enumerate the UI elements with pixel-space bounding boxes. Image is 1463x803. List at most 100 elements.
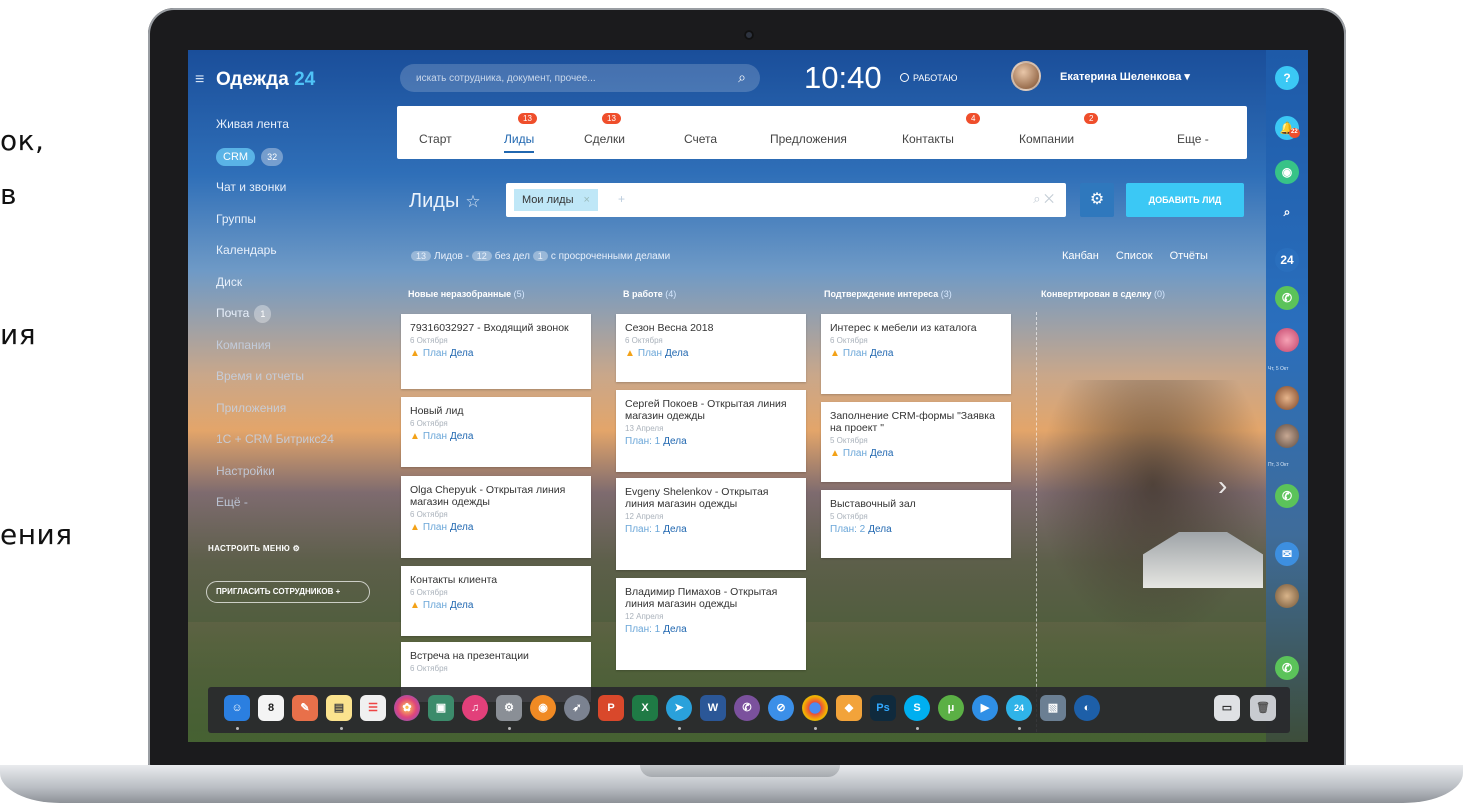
plan-link[interactable]: План: 1 — [625, 524, 660, 535]
counter-badge[interactable]: 12 — [471, 251, 492, 261]
deals-link[interactable]: Дела — [450, 522, 473, 533]
sidebar-item-chat[interactable]: Чат и звонки — [216, 179, 361, 211]
lead-card[interactable]: Сезон Весна 2018 6 Октября ▲ План Дела — [616, 314, 806, 382]
star-icon[interactable]: ☆ — [465, 192, 480, 211]
calendar-icon[interactable]: 8 — [258, 695, 284, 721]
counter-badge[interactable]: 1 — [532, 251, 548, 261]
lead-card[interactable]: Новый лид 6 Октября ▲ План Дела — [401, 397, 591, 467]
plan-link[interactable]: План — [843, 448, 867, 459]
lead-card[interactable]: Интерес к мебели из каталога 6 Октября ▲… — [821, 314, 1011, 394]
settings-icon[interactable]: ⚙ — [496, 695, 522, 721]
lead-card[interactable]: Evgeny Shelenkov - Открытая линия магази… — [616, 478, 806, 570]
tab-leads[interactable]: 13 Лиды — [504, 113, 537, 153]
avatar[interactable] — [1011, 61, 1041, 91]
sidebar-item-groups[interactable]: Группы — [216, 211, 361, 243]
plan-link[interactable]: План — [423, 522, 447, 533]
plan-link[interactable]: План: 1 — [625, 436, 660, 447]
call-button[interactable]: ✆ — [1275, 656, 1299, 680]
chrome-icon[interactable] — [802, 695, 828, 721]
plan-link[interactable]: План — [423, 348, 447, 359]
counter-badge[interactable]: 13 — [411, 251, 432, 261]
sidebar-item-calendar[interactable]: Календарь — [216, 242, 361, 274]
notes-icon[interactable]: ✎ — [292, 695, 318, 721]
plan-link[interactable]: План — [638, 348, 662, 359]
menu-icon[interactable]: ≡ — [195, 71, 204, 89]
sidebar-item-disk[interactable]: Диск — [216, 274, 361, 306]
lead-card[interactable]: Заполнение CRM-формы "Заявка на проект "… — [821, 402, 1011, 482]
kanban-column-header[interactable]: Подтверждение интереса (3) — [817, 282, 1032, 306]
word-icon[interactable]: W — [700, 695, 726, 721]
viber-icon[interactable]: ✆ — [734, 695, 760, 721]
help-button[interactable]: ? — [1275, 66, 1299, 90]
bitrix24-icon[interactable]: 24 — [1006, 695, 1032, 721]
lead-card[interactable]: Сергей Покоев - Открытая линия магазин о… — [616, 390, 806, 472]
add-lead-button[interactable]: ДОБАВИТЬ ЛИД — [1126, 183, 1244, 217]
lead-card[interactable]: 79316032927 - Входящий звонок 6 Октября … — [401, 314, 591, 389]
deals-link[interactable]: Дела — [450, 600, 473, 611]
deals-link[interactable]: Дела — [663, 524, 686, 535]
tab-more[interactable]: Еще - — [1177, 132, 1209, 146]
invite-employees-button[interactable]: ПРИГЛАСИТЬ СОТРУДНИКОВ + — [206, 581, 370, 603]
sidebar-item-settings[interactable]: Настройки — [216, 463, 361, 495]
sidebar-item-mail[interactable]: Почта 1 — [216, 305, 361, 337]
sidebar-item-time-reports[interactable]: Время и отчеты — [216, 368, 361, 400]
view-reports[interactable]: Отчёты — [1170, 250, 1208, 262]
sketch-icon[interactable]: ◆ — [836, 695, 862, 721]
sidebar-item-crm[interactable]: CRM 32 — [216, 147, 361, 180]
chat-group-button[interactable]: ✉ — [1275, 542, 1299, 566]
sidebar-item-apps[interactable]: Приложения — [216, 400, 361, 432]
plan-link[interactable]: План — [843, 348, 867, 359]
preview-icon[interactable]: ▣ — [428, 695, 454, 721]
plan-link[interactable]: План: 1 — [625, 624, 660, 635]
configure-menu-link[interactable]: НАСТРОИТЬ МЕНЮ ⚙ — [208, 544, 300, 553]
books-icon[interactable]: ◉ — [530, 695, 556, 721]
deals-link[interactable]: Дела — [870, 448, 893, 459]
music-icon[interactable]: ♫ — [462, 695, 488, 721]
kanban-drop-zone[interactable] — [1036, 312, 1037, 732]
tab-deals[interactable]: 13 Сделки — [584, 113, 625, 146]
tab-invoices[interactable]: Счета — [684, 132, 717, 146]
search-input[interactable] — [400, 64, 700, 92]
lead-card[interactable]: Владимир Пимахов - Открытая линия магази… — [616, 578, 806, 670]
plan-link[interactable]: План: 2 — [830, 524, 865, 535]
kanban-column-header[interactable]: Новые неразобранные (5) — [401, 282, 606, 306]
deals-link[interactable]: Дела — [450, 431, 473, 442]
view-list[interactable]: Список — [1116, 250, 1153, 262]
chevron-right-icon[interactable]: › — [1218, 470, 1227, 502]
search-button[interactable]: ⌕ — [1275, 200, 1299, 224]
skype-icon[interactable]: S — [904, 695, 930, 721]
photoshop-icon[interactable]: Ps — [870, 695, 896, 721]
reminders-icon[interactable]: ☰ — [360, 695, 386, 721]
deals-link[interactable]: Дела — [665, 348, 688, 359]
call-button[interactable]: ✆ — [1275, 286, 1299, 310]
kanban-column-header[interactable]: В работе (4) — [616, 282, 821, 306]
plus-icon[interactable]: + — [618, 192, 625, 206]
tab-companies[interactable]: 2 Компании — [1019, 113, 1099, 146]
close-icon[interactable]: × — [584, 194, 590, 206]
sidebar-item-company[interactable]: Компания — [216, 337, 361, 369]
user-menu[interactable]: Екатерина Шеленкова ▾ — [1060, 70, 1190, 83]
kanban-column-header[interactable]: Конвертирован в сделку (0) — [1034, 282, 1244, 306]
avatar[interactable] — [1275, 386, 1299, 410]
tab-contacts[interactable]: 4 Контакты — [902, 113, 981, 146]
lead-card[interactable]: Контакты клиента 6 Октября ▲ План Дела — [401, 566, 591, 636]
stickies-icon[interactable]: ▤ — [326, 695, 352, 721]
quicktime-icon[interactable]: ▶ — [972, 695, 998, 721]
folder-icon[interactable]: ▭ — [1214, 695, 1240, 721]
utorrent-icon[interactable]: μ — [938, 695, 964, 721]
avatar[interactable] — [1275, 584, 1299, 608]
tab-start[interactable]: Старт — [419, 132, 452, 146]
telegram-icon[interactable]: ➤ — [666, 695, 692, 721]
open-lines-button[interactable]: ◉ — [1275, 160, 1299, 184]
photos-icon[interactable]: ✿ — [394, 695, 420, 721]
tab-quotes[interactable]: Предложения — [770, 132, 847, 146]
launchpad-icon[interactable]: ➶ — [564, 695, 590, 721]
powerpoint-icon[interactable]: P — [598, 695, 624, 721]
finder-icon[interactable]: ☺ — [224, 695, 250, 721]
sidebar-item-1c-crm[interactable]: 1С + CRM Битрикс24 — [216, 431, 361, 463]
sidebar-item-more[interactable]: Ещё - — [216, 494, 361, 526]
plan-link[interactable]: План — [423, 431, 447, 442]
lead-card[interactable]: Olga Chepyuk - Открытая линия магазин од… — [401, 476, 591, 558]
deals-link[interactable]: Дела — [868, 524, 891, 535]
filter-tag[interactable]: Мои лиды × — [514, 189, 598, 211]
